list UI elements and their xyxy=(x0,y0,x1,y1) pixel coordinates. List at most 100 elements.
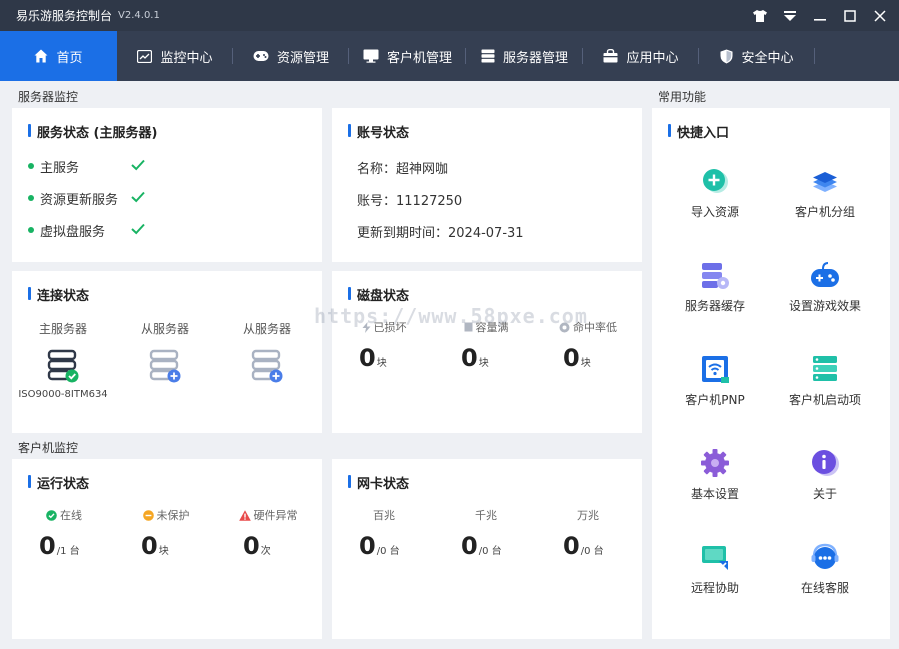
chat-support-icon xyxy=(811,543,839,569)
quick-game-effect[interactable]: 设置游戏效果 xyxy=(770,259,880,314)
nav-tab-home[interactable]: 首页 xyxy=(0,31,117,81)
quick-import-resource[interactable]: 导入资源 xyxy=(660,165,770,220)
home-icon xyxy=(34,49,48,63)
disk-stat-low-hit: 命中率低 0 块 xyxy=(537,320,639,372)
status-dot xyxy=(28,227,34,233)
quick-online-support[interactable]: 在线客服 xyxy=(770,541,880,596)
maximize-icon[interactable] xyxy=(835,0,865,31)
quick-client-group[interactable]: 客户机分组 xyxy=(770,165,880,220)
nav-tab-label: 监控中心 xyxy=(160,50,213,66)
stat-value: 0 /0 台 xyxy=(563,532,604,560)
disk-stat-full: 容量满 0 块 xyxy=(435,320,537,372)
status-dot xyxy=(28,195,34,201)
app-title: 易乐游服务控制台 xyxy=(16,9,113,23)
card-title: 快捷入口 xyxy=(668,122,729,141)
nav-separator xyxy=(814,48,815,64)
connection-slave-server-1[interactable]: 从服务器 xyxy=(115,320,215,383)
stat-value: 0 块 xyxy=(461,344,489,372)
disk-stat-damaged: 已损坏 0 块 xyxy=(333,320,435,372)
stat-value: 0 块 xyxy=(563,344,591,372)
card-title: 服务状态 (主服务器) xyxy=(28,122,157,141)
bag-icon xyxy=(603,49,618,63)
hit-rate-icon xyxy=(559,322,570,332)
account-name: 名称：超神网咖 xyxy=(357,162,449,177)
account-id: 账号：11127250 xyxy=(357,194,463,209)
quick-client-startup[interactable]: 客户机启动项 xyxy=(770,353,880,408)
pnp-icon xyxy=(702,356,729,383)
nic-stat-10g: 万兆 0 /0 台 xyxy=(537,508,639,560)
run-stat-hardware-error: 硬件异常 0 次 xyxy=(217,508,319,560)
title-bar: 易乐游服务控制台 V2.4.0.1 xyxy=(0,0,899,31)
nav-tab-label: 服务器管理 xyxy=(502,50,568,66)
connection-slave-server-2[interactable]: 从服务器 xyxy=(217,320,317,383)
nav-tab-resources[interactable]: 资源管理 xyxy=(233,31,349,81)
server-icon xyxy=(481,49,495,63)
quick-basic-settings[interactable]: 基本设置 xyxy=(660,447,770,502)
status-dot xyxy=(28,163,34,169)
card-title: 连接状态 xyxy=(28,285,89,304)
server-add-icon xyxy=(251,349,283,383)
server-ok-icon xyxy=(47,349,79,383)
stat-label: 千兆 xyxy=(475,509,497,522)
nav-tab-security[interactable]: 安全中心 xyxy=(699,31,815,81)
service-row: 主服务 xyxy=(28,157,145,176)
quick-server-cache[interactable]: 服务器缓存 xyxy=(660,259,770,314)
stat-label: 硬件异常 xyxy=(217,508,319,522)
check-icon xyxy=(131,191,145,203)
quick-entry-card: 快捷入口 导入资源 客户机分组 服务器缓存 设置游戏效果 客户机PNP 客户机启… xyxy=(652,108,890,639)
close-icon[interactable] xyxy=(865,0,895,31)
stat-value: 0 /0 台 xyxy=(359,532,400,560)
nav-tab-label: 应用中心 xyxy=(626,50,679,66)
check-icon xyxy=(131,223,145,235)
shield-icon xyxy=(720,49,733,63)
run-stat-unprotected: 未保护 0 块 xyxy=(115,508,217,560)
server-hostname: ISO9000-8ITM634 xyxy=(18,389,108,400)
nav-tab-monitor[interactable]: 监控中心 xyxy=(117,31,233,81)
disk-status-card: 磁盘状态 已损坏 0 块 容量满 0 块 命中率低 0 块 xyxy=(332,271,642,433)
service-row: 资源更新服务 xyxy=(28,189,145,208)
lightning-icon xyxy=(362,321,370,333)
stat-value: 0 块 xyxy=(141,532,169,560)
quick-about[interactable]: 关于 xyxy=(770,447,880,502)
nav-tab-servers[interactable]: 服务器管理 xyxy=(466,31,583,81)
run-status-card: 运行状态 在线 0 /1 台 未保护 0 块 硬件异常 0 次 xyxy=(12,459,322,639)
nav-tab-apps[interactable]: 应用中心 xyxy=(583,31,699,81)
stat-value: 0 次 xyxy=(243,532,271,560)
warning-icon xyxy=(238,509,251,521)
app-version: V2.4.0.1 xyxy=(118,10,160,21)
stat-value: 0 /0 台 xyxy=(461,532,502,560)
section-label-common-functions: 常用功能 xyxy=(658,90,707,104)
minimize-icon[interactable] xyxy=(805,0,835,31)
quick-remote-assist[interactable]: 远程协助 xyxy=(660,541,770,596)
nic-stat-1g: 千兆 0 /0 台 xyxy=(435,508,537,560)
server-label: 从服务器 xyxy=(242,322,291,336)
stat-label: 已损坏 xyxy=(333,320,435,334)
service-row: 虚拟盘服务 xyxy=(28,221,145,240)
nic-status-card: 网卡状态 百兆 0 /0 台 千兆 0 /0 台 万兆 0 /0 台 xyxy=(332,459,642,639)
nav-tab-clients[interactable]: 客户机管理 xyxy=(349,31,466,81)
main-nav: 首页 监控中心 资源管理 客户机管理 服务器管理 应用中心 安全中心 xyxy=(0,31,899,81)
server-label: 主服务器 xyxy=(38,322,87,336)
monitor-chart-icon xyxy=(137,49,153,63)
connection-main-server[interactable]: 主服务器 ISO9000-8ITM634 xyxy=(13,320,113,400)
nav-tab-label: 客户机管理 xyxy=(386,50,452,66)
gear-icon xyxy=(701,449,729,477)
server-label: 从服务器 xyxy=(140,322,189,336)
service-name: 资源更新服务 xyxy=(40,192,119,208)
quick-client-pnp[interactable]: 客户机PNP xyxy=(660,353,770,408)
shirt-icon[interactable] xyxy=(745,0,775,31)
card-title: 账号状态 xyxy=(348,122,409,141)
stat-label: 在线 xyxy=(13,508,115,522)
account-expiry: 更新到期时间：2024-07-31 xyxy=(357,226,524,241)
service-name: 主服务 xyxy=(40,160,80,176)
window-controls xyxy=(745,0,895,31)
dropdown-icon[interactable] xyxy=(775,0,805,31)
section-label-server-monitor: 服务器监控 xyxy=(18,90,79,104)
account-status-card: 账号状态 名称：超神网咖 账号：11127250 更新到期时间：2024-07-… xyxy=(332,108,642,262)
run-stat-online: 在线 0 /1 台 xyxy=(13,508,115,560)
startup-stack-icon xyxy=(813,356,837,381)
server-add-icon xyxy=(149,349,181,383)
layers-icon xyxy=(813,172,837,192)
online-check-icon xyxy=(46,509,57,521)
connection-status-card: 连接状态 主服务器 ISO9000-8ITM634 从服务器 从服务器 xyxy=(12,271,322,433)
